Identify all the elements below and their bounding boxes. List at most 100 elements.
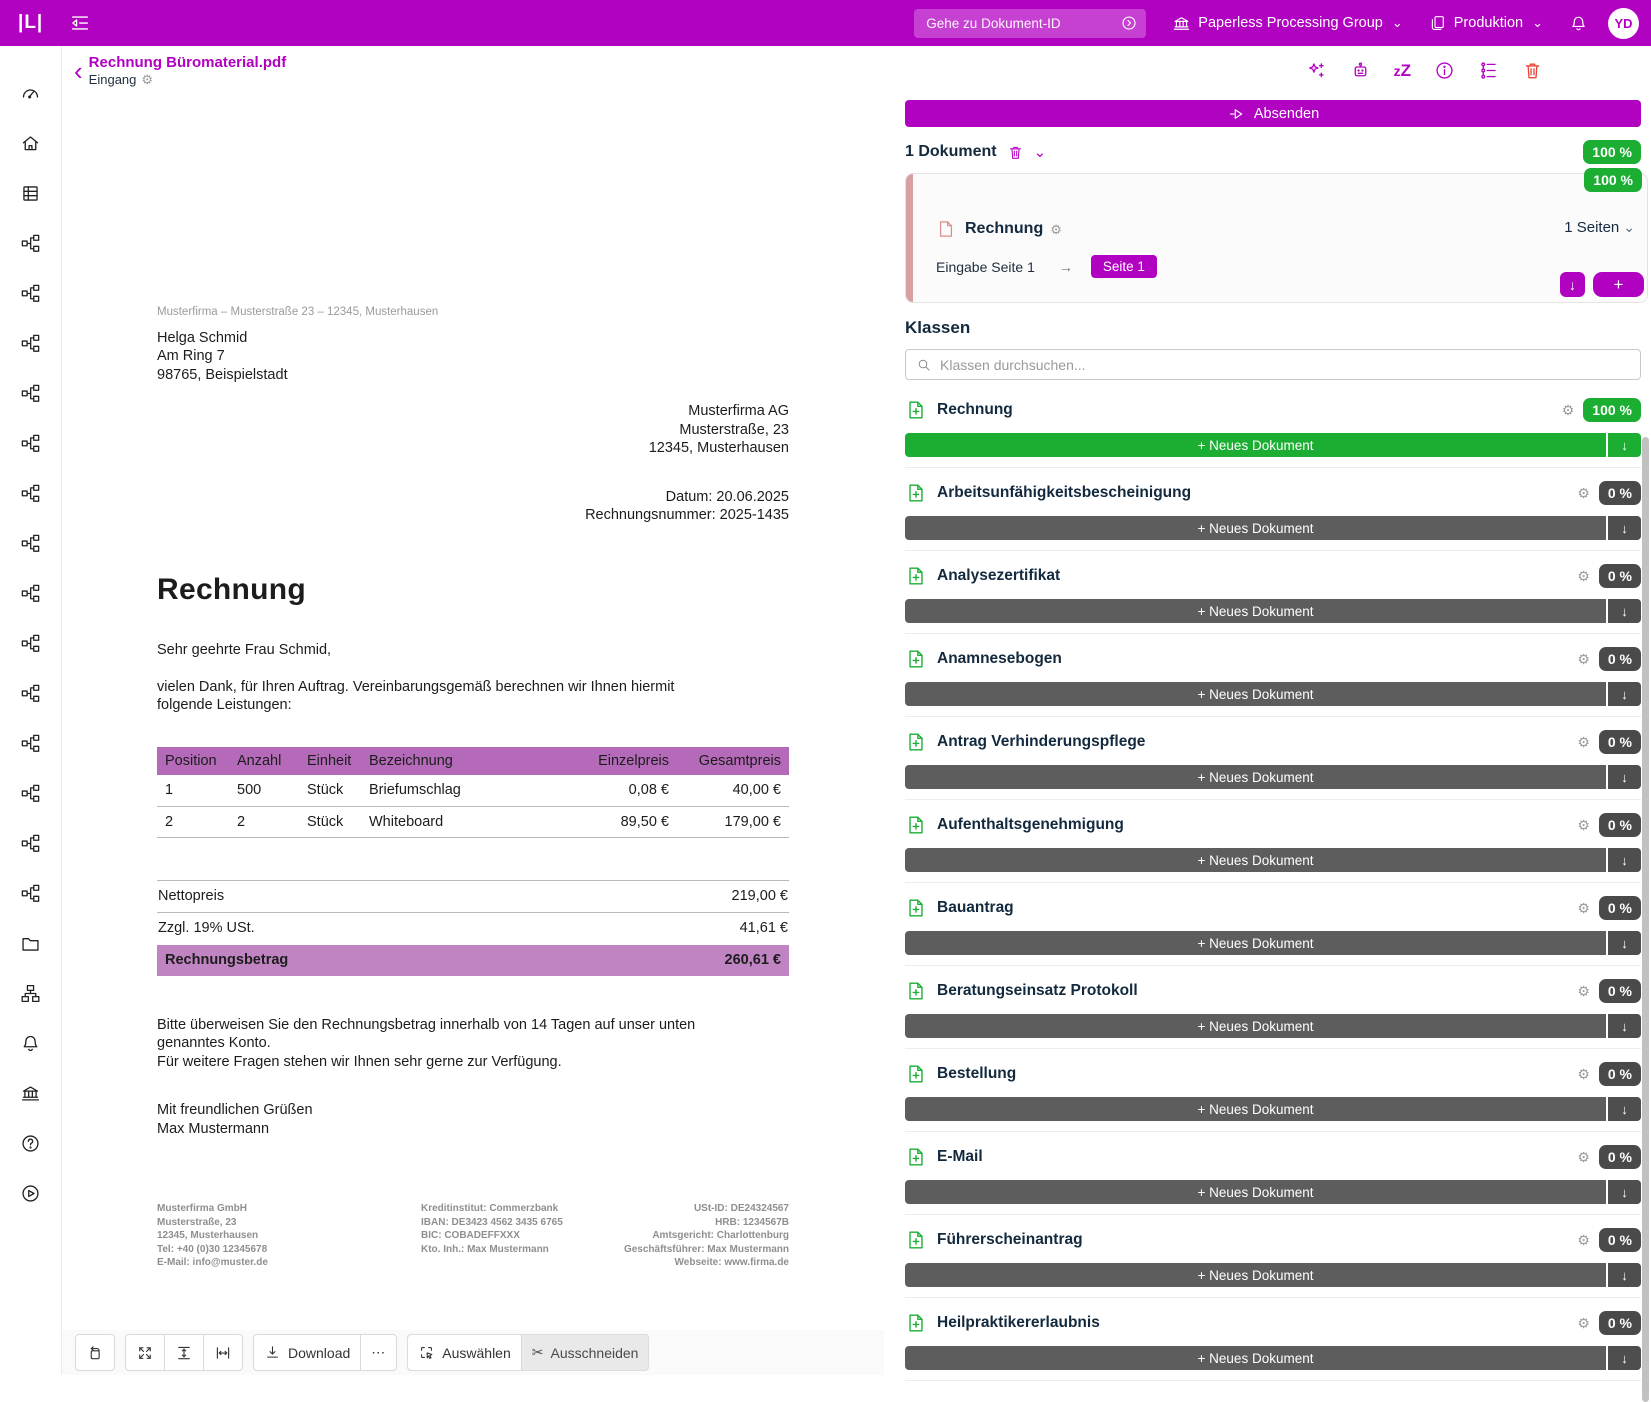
fit-screen-button[interactable]	[126, 1335, 164, 1370]
gear-icon[interactable]: ⚙	[1577, 901, 1590, 915]
move-to-class-button[interactable]: ↓	[1608, 599, 1641, 623]
move-to-class-button[interactable]: ↓	[1608, 765, 1641, 789]
home-icon[interactable]	[20, 133, 41, 154]
document-title[interactable]: Rechnung Büromaterial.pdf	[89, 54, 287, 71]
gear-icon[interactable]: ⚙	[1577, 1316, 1590, 1330]
fit-width-button[interactable]	[203, 1335, 242, 1370]
dashboard-icon[interactable]	[20, 83, 41, 104]
pages-selector[interactable]: 1 Seiten ⌄	[1564, 219, 1635, 236]
send-button[interactable]: Absenden	[905, 100, 1641, 127]
workflow-icon[interactable]	[20, 683, 41, 704]
classes-search[interactable]	[905, 349, 1641, 380]
class-row[interactable]: Führerscheinantrag ⚙ 0 %	[905, 1223, 1641, 1257]
move-down-button[interactable]: ↓	[1560, 272, 1585, 297]
gear-icon[interactable]: ⚙	[1577, 486, 1590, 500]
gear-icon[interactable]: ⚙	[1577, 652, 1590, 666]
new-document-button[interactable]: + Neues Dokument	[905, 682, 1606, 706]
new-document-button[interactable]: + Neues Dokument	[905, 931, 1606, 955]
class-row[interactable]: Beratungseinsatz Protokoll ⚙ 0 %	[905, 974, 1641, 1008]
tree-icon[interactable]	[1478, 60, 1499, 81]
panel-scrollbar[interactable]	[1642, 437, 1649, 1402]
workflow-icon[interactable]	[20, 883, 41, 904]
folder-icon[interactable]	[20, 933, 41, 954]
gear-icon[interactable]: ⚙	[1577, 1067, 1590, 1081]
rotate-page-button[interactable]	[75, 1334, 115, 1371]
move-to-class-button[interactable]: ↓	[1608, 682, 1641, 706]
workflow-icon[interactable]	[20, 383, 41, 404]
notifications-bell-icon[interactable]	[1569, 14, 1588, 33]
trash-icon[interactable]	[1007, 144, 1024, 161]
workflow-icon[interactable]	[20, 433, 41, 454]
bell-icon[interactable]	[20, 1033, 41, 1054]
gear-icon[interactable]: ⚙	[1577, 1150, 1590, 1164]
new-document-button[interactable]: + Neues Dokument	[905, 433, 1606, 457]
workflow-icon[interactable]	[20, 783, 41, 804]
help-icon[interactable]	[20, 1133, 41, 1154]
new-document-button[interactable]: + Neues Dokument	[905, 1097, 1606, 1121]
gear-icon[interactable]: ⚙	[1577, 818, 1590, 832]
move-to-class-button[interactable]: ↓	[1608, 1097, 1641, 1121]
fit-height-button[interactable]	[164, 1335, 203, 1370]
gear-icon[interactable]: ⚙	[1577, 1233, 1590, 1247]
new-document-button[interactable]: + Neues Dokument	[905, 848, 1606, 872]
new-document-button[interactable]: + Neues Dokument	[905, 599, 1606, 623]
document-card[interactable]: 100 % Rechnung ⚙ 1 Seiten ⌄ Eingabe Seit…	[905, 173, 1648, 303]
new-document-button[interactable]: + Neues Dokument	[905, 765, 1606, 789]
workflow-icon[interactable]	[20, 583, 41, 604]
trash-icon[interactable]	[1522, 60, 1543, 81]
gear-icon[interactable]: ⚙	[141, 73, 153, 86]
move-to-class-button[interactable]: ↓	[1608, 1014, 1641, 1038]
collapse-sidebar-icon[interactable]	[69, 12, 91, 34]
gear-icon[interactable]: ⚙	[1577, 984, 1590, 998]
move-to-class-button[interactable]: ↓	[1608, 433, 1641, 457]
move-to-class-button[interactable]: ↓	[1608, 931, 1641, 955]
gear-icon[interactable]: ⚙	[1577, 569, 1590, 583]
play-icon[interactable]	[20, 1183, 41, 1204]
add-page-button[interactable]: +	[1593, 272, 1644, 297]
new-document-button[interactable]: + Neues Dokument	[905, 1346, 1606, 1370]
table-icon[interactable]	[20, 183, 41, 204]
new-document-button[interactable]: + Neues Dokument	[905, 1180, 1606, 1204]
document-id-search[interactable]	[914, 9, 1146, 38]
download-button[interactable]: Download	[254, 1335, 360, 1370]
workflow-icon[interactable]	[20, 333, 41, 354]
class-row[interactable]: Anamnesebogen ⚙ 0 %	[905, 642, 1641, 676]
class-row[interactable]: Analysezertifikat ⚙ 0 %	[905, 559, 1641, 593]
user-avatar[interactable]: YD	[1608, 8, 1639, 39]
class-row[interactable]: Antrag Verhinderungspflege ⚙ 0 %	[905, 725, 1641, 759]
more-options-button[interactable]: ⋯	[360, 1335, 396, 1370]
workflow-icon[interactable]	[20, 483, 41, 504]
class-row[interactable]: Arbeitsunfähigkeitsbescheinigung ⚙ 0 %	[905, 476, 1641, 510]
gear-icon[interactable]: ⚙	[1577, 735, 1590, 749]
workflow-icon[interactable]	[20, 283, 41, 304]
gear-icon[interactable]: ⚙	[1050, 223, 1062, 236]
sleep-icon[interactable]: zZ	[1394, 61, 1411, 81]
go-icon[interactable]	[1120, 14, 1138, 32]
bank-icon[interactable]	[20, 1083, 41, 1104]
move-to-class-button[interactable]: ↓	[1608, 1346, 1641, 1370]
gear-icon[interactable]: ⚙	[1562, 403, 1575, 417]
environment-selector[interactable]: Produktion ⌄	[1429, 14, 1543, 32]
back-icon[interactable]: ‹	[74, 61, 83, 81]
page-chip[interactable]: Seite 1	[1091, 255, 1157, 278]
workflow-icon[interactable]	[20, 633, 41, 654]
sparkles-icon[interactable]	[1306, 60, 1327, 81]
class-row[interactable]: Aufenthaltsgenehmigung ⚙ 0 %	[905, 808, 1641, 842]
workflow-icon[interactable]	[20, 533, 41, 554]
class-row[interactable]: Bauantrag ⚙ 0 %	[905, 891, 1641, 925]
class-row[interactable]: Bestellung ⚙ 0 %	[905, 1057, 1641, 1091]
info-icon[interactable]	[1434, 60, 1455, 81]
select-tool-button[interactable]: Auswählen	[408, 1335, 522, 1370]
classes-search-input[interactable]	[940, 357, 1630, 373]
move-to-class-button[interactable]: ↓	[1608, 1180, 1641, 1204]
new-document-button[interactable]: + Neues Dokument	[905, 1263, 1606, 1287]
move-to-class-button[interactable]: ↓	[1608, 1263, 1641, 1287]
move-to-class-button[interactable]: ↓	[1608, 848, 1641, 872]
robot-icon[interactable]	[1350, 60, 1371, 81]
new-document-button[interactable]: + Neues Dokument	[905, 516, 1606, 540]
workflow-icon[interactable]	[20, 733, 41, 754]
class-row[interactable]: Heilpraktikererlaubnis ⚙ 0 %	[905, 1306, 1641, 1340]
class-row[interactable]: E-Mail ⚙ 0 %	[905, 1140, 1641, 1174]
class-row[interactable]: Rechnung ⚙ 100 %	[905, 393, 1641, 427]
move-to-class-button[interactable]: ↓	[1608, 516, 1641, 540]
